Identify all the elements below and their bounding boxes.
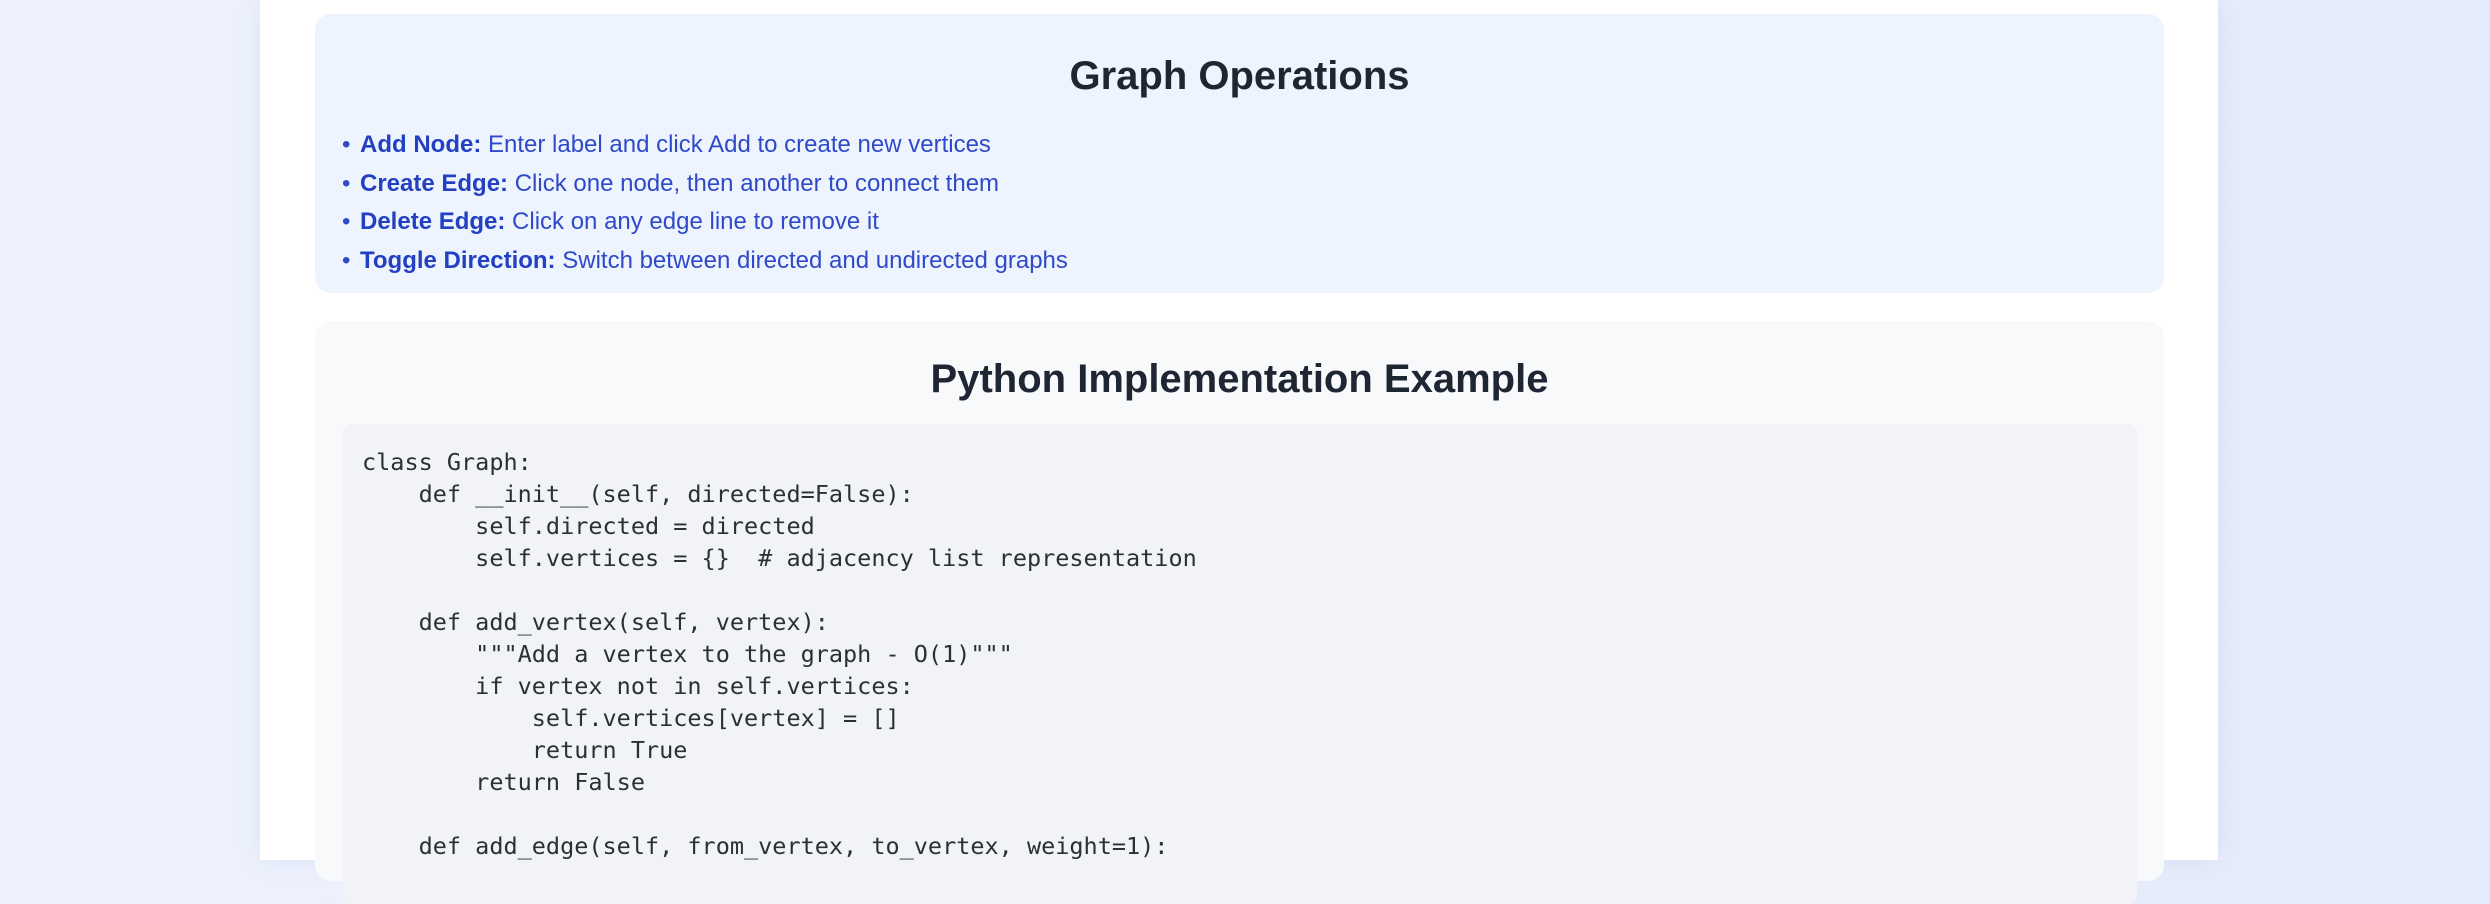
graph-operations-panel: Graph Operations • Add Node: Enter label … (315, 14, 2164, 293)
code-block: class Graph: def __init__(self, directed… (342, 424, 2137, 904)
operation-description: Click one node, then another to connect … (508, 169, 1000, 197)
bullet-icon: • (342, 208, 351, 235)
operation-term: Create Edge: (360, 169, 509, 197)
python-example-panel: Python Implementation Example class Grap… (315, 321, 2164, 904)
operation-item-toggle-direction: • Toggle Direction: Switch between direct… (342, 242, 2137, 281)
graph-operations-title: Graph Operations (1069, 54, 1410, 98)
operation-description: Enter label and click Add to create new … (481, 131, 991, 158)
operation-description: Switch between directed and undirected g… (555, 246, 1068, 274)
code-text: class Graph: def __init__(self, directed… (362, 448, 1197, 860)
operation-term: Delete Edge: (360, 208, 506, 235)
operation-term: Add Node: (360, 131, 482, 158)
bullet-icon: • (342, 131, 351, 158)
python-example-title: Python Implementation Example (930, 357, 1549, 401)
operation-item-create-edge: • Create Edge: Click one node, then anoth… (342, 165, 2137, 204)
bullet-icon: • (342, 169, 351, 197)
operation-item-delete-edge: • Delete Edge: Click on any edge line to … (342, 203, 2137, 242)
graph-operations-list: • Add Node: Enter label and click Add to … (342, 126, 2137, 280)
operation-item-add-node: • Add Node: Enter label and click Add to … (342, 126, 2137, 165)
operation-description: Click on any edge line to remove it (505, 208, 879, 235)
page-container: Graph Operations • Add Node: Enter label … (260, 0, 2218, 904)
bullet-icon: • (342, 246, 351, 274)
operation-term: Toggle Direction: (360, 246, 556, 274)
